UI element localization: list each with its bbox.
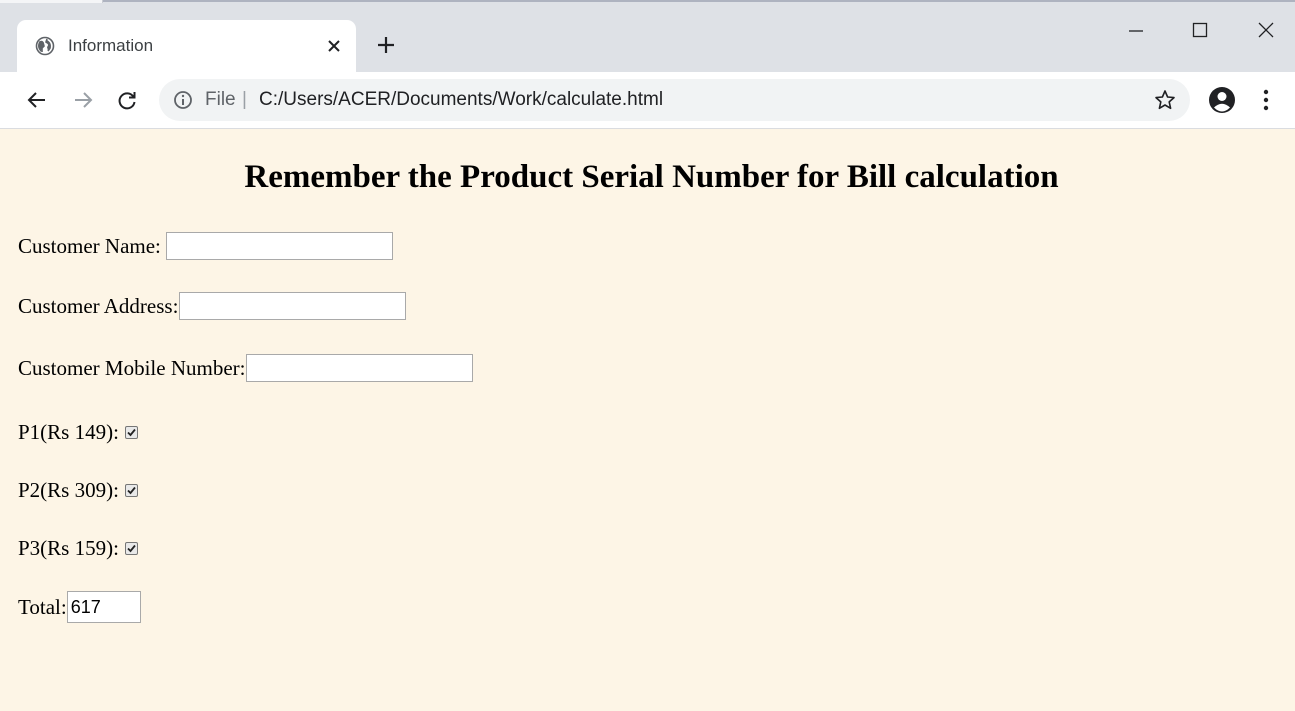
browser-tab-strip: Information: [0, 0, 1295, 72]
customer-address-input[interactable]: [179, 292, 407, 320]
account-icon[interactable]: [1208, 86, 1236, 114]
product-checkbox-p2[interactable]: [124, 484, 138, 497]
kebab-menu-icon[interactable]: [1258, 88, 1274, 112]
checkmark-icon: [127, 428, 136, 437]
checkmark-icon: [127, 544, 136, 553]
plus-icon[interactable]: [376, 35, 396, 55]
close-tab-icon[interactable]: [325, 37, 343, 55]
customer-address-row: Customer Address:: [18, 292, 407, 320]
product-label-p1: P1(Rs 149):: [18, 420, 119, 444]
customer-mobile-row: Customer Mobile Number:: [18, 354, 474, 382]
total-input[interactable]: [66, 591, 141, 623]
arrow-right-icon[interactable]: [72, 89, 94, 111]
window-corner-strip: [0, 0, 103, 3]
scheme-label: File: [205, 89, 236, 110]
reload-icon[interactable]: [116, 89, 138, 111]
url-text[interactable]: C:/Users/ACER/Documents/Work/calculate.h…: [259, 89, 663, 111]
product-checkbox-p1[interactable]: [124, 426, 138, 439]
customer-name-input[interactable]: [165, 232, 393, 260]
info-icon[interactable]: [173, 90, 193, 110]
customer-name-row: Customer Name:: [18, 232, 393, 260]
browser-tab-information[interactable]: Information: [17, 20, 356, 72]
customer-mobile-label: Customer Mobile Number:: [18, 355, 246, 380]
customer-address-label: Customer Address:: [18, 293, 179, 318]
window-top-border: [0, 0, 1295, 2]
page-content: Remember the Product Serial Number for B…: [0, 129, 1295, 711]
product-label-p2: P2(Rs 309):: [18, 478, 119, 502]
minimize-icon[interactable]: [1126, 20, 1146, 40]
total-row: Total:: [18, 591, 141, 623]
customer-mobile-input[interactable]: [246, 354, 474, 382]
globe-icon: [35, 36, 55, 56]
url-separator: |: [242, 89, 247, 110]
star-icon[interactable]: [1154, 89, 1176, 111]
customer-name-label: Customer Name:: [18, 233, 161, 258]
browser-toolbar: File | C:/Users/ACER/Documents/Work/calc…: [0, 72, 1295, 129]
product-row-p2: P2(Rs 309):: [18, 478, 138, 503]
product-label-p3: P3(Rs 159):: [18, 536, 119, 560]
address-bar[interactable]: File | C:/Users/ACER/Documents/Work/calc…: [159, 79, 1190, 121]
window-close-icon[interactable]: [1256, 20, 1276, 40]
product-row-p1: P1(Rs 149):: [18, 420, 138, 445]
product-checkbox-p3[interactable]: [124, 542, 138, 555]
maximize-icon[interactable]: [1190, 20, 1210, 40]
total-label: Total:: [18, 594, 67, 619]
arrow-left-icon[interactable]: [26, 89, 48, 111]
product-row-p3: P3(Rs 159):: [18, 536, 138, 561]
tab-title: Information: [68, 36, 154, 55]
checkmark-icon: [127, 486, 136, 495]
page-title: Remember the Product Serial Number for B…: [244, 159, 1059, 195]
